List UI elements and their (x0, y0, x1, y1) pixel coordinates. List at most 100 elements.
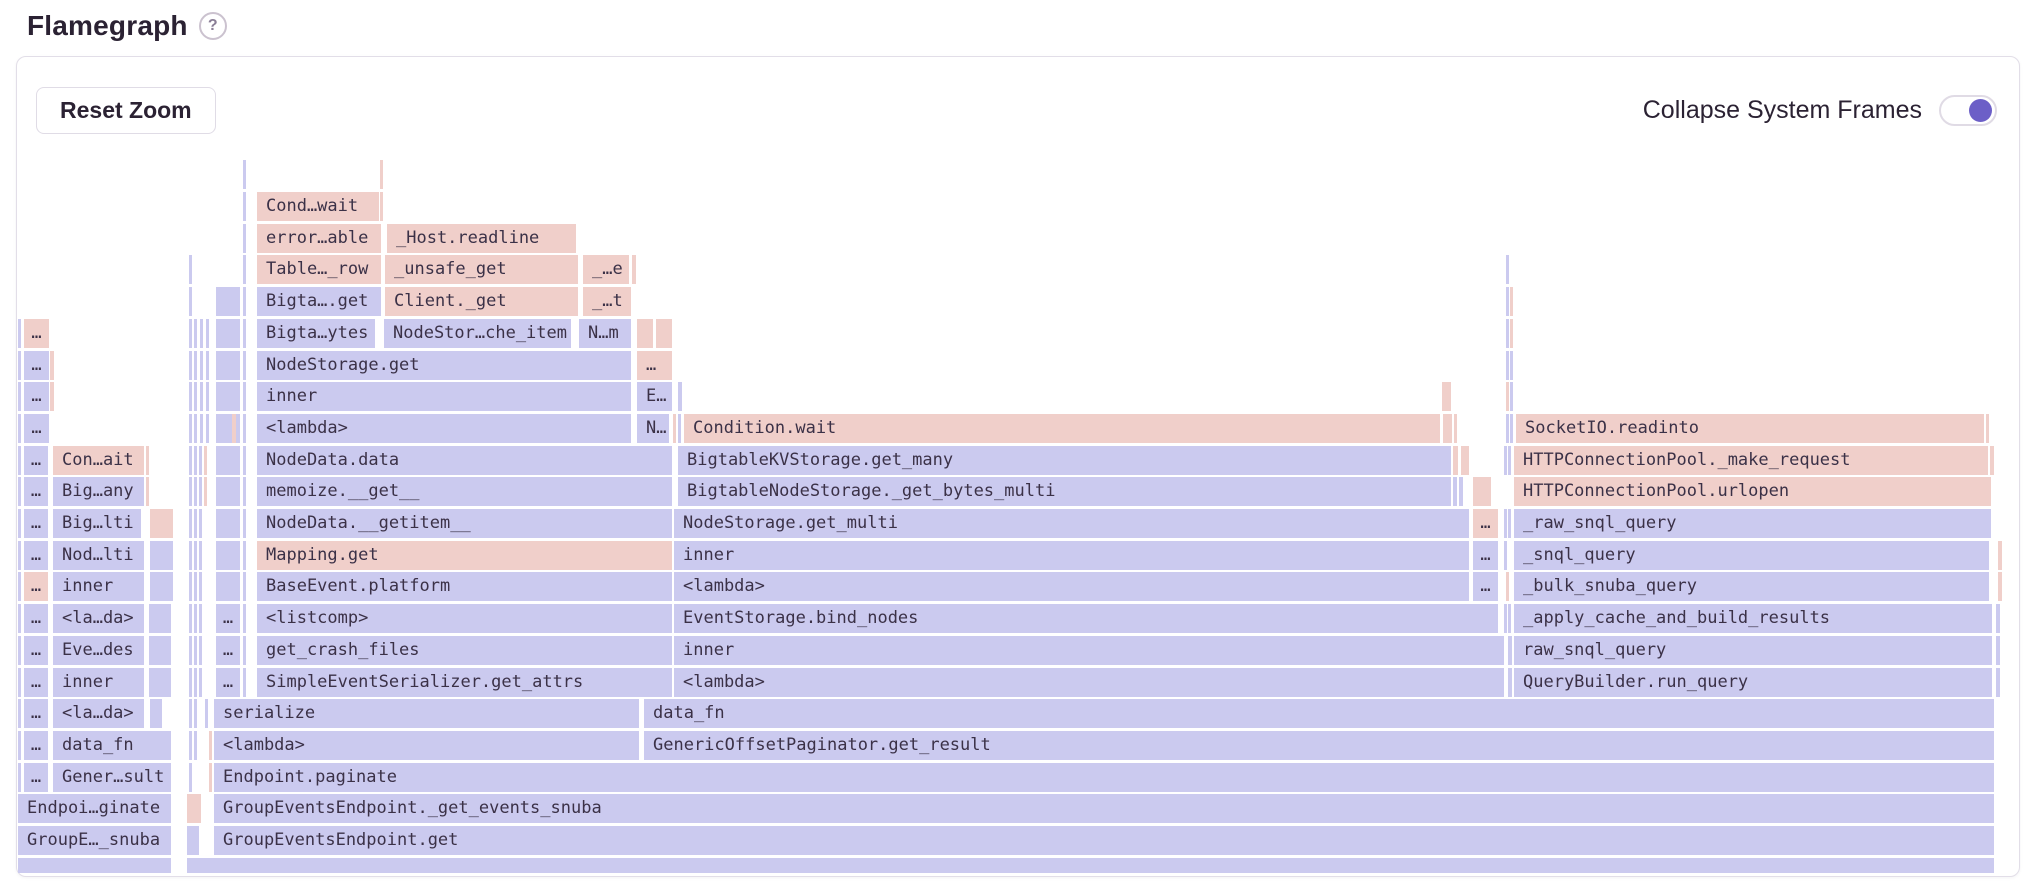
flame-frame-sliver[interactable] (1508, 668, 1512, 697)
flame-frame-sliver[interactable] (189, 414, 192, 443)
flame-frame-sliver[interactable] (637, 319, 653, 348)
flame-frame[interactable]: BaseEvent.platform (257, 572, 672, 601)
flame-frame-sliver[interactable] (216, 351, 240, 380)
flame-frame-sliver[interactable] (1506, 351, 1509, 380)
flame-frame-sliver[interactable] (18, 541, 21, 570)
flame-frame[interactable]: Gener…sult (53, 763, 171, 792)
flame-frame-sliver[interactable] (194, 668, 197, 697)
flame-frame[interactable]: data_fn (644, 699, 1994, 728)
flame-frame-sliver[interactable] (1996, 604, 2000, 633)
flame-frame[interactable]: <lambda> (214, 731, 639, 760)
flame-frame-sliver[interactable] (199, 572, 202, 601)
flame-frame[interactable]: Con…ait (53, 446, 144, 475)
flame-frame-sliver[interactable] (194, 446, 197, 475)
flame-frame[interactable]: … (24, 763, 48, 792)
flame-frame[interactable]: serialize (214, 699, 639, 728)
flame-frame-sliver[interactable] (1508, 604, 1511, 633)
flame-frame-sliver[interactable] (673, 414, 676, 443)
flame-frame-sliver[interactable] (18, 382, 21, 411)
flame-frame[interactable]: _apply_cache_and_build_results (1514, 604, 1992, 633)
flame-frame-sliver[interactable] (18, 604, 21, 633)
flame-frame-sliver[interactable] (243, 668, 246, 697)
flame-frame[interactable]: … (24, 382, 49, 411)
flame-frame-sliver[interactable] (243, 414, 246, 443)
flame-frame[interactable]: data_fn (53, 731, 171, 760)
flame-frame[interactable]: GroupEventsEndpoint._get_events_snuba (214, 794, 1994, 823)
flame-frame-sliver[interactable] (216, 382, 240, 411)
flame-frame-sliver[interactable] (149, 668, 171, 697)
flame-frame[interactable]: inner (674, 541, 1469, 570)
flame-frame-sliver[interactable] (150, 541, 173, 570)
flame-frame-sliver[interactable] (1510, 319, 1513, 348)
flame-frame[interactable]: Endpoi…ginate (18, 794, 171, 823)
flame-frame-sliver[interactable] (243, 351, 246, 380)
flame-frame[interactable]: get_crash_files (257, 636, 672, 665)
flame-frame-sliver[interactable] (1461, 446, 1469, 475)
flame-frame-sliver[interactable] (1510, 287, 1513, 316)
flame-frame-sliver[interactable] (194, 572, 197, 601)
flame-frame[interactable]: HTTPConnectionPool._make_request (1514, 446, 1988, 475)
flame-frame-sliver[interactable] (216, 319, 240, 348)
flame-frame-sliver[interactable] (204, 477, 207, 506)
flame-frame-sliver[interactable] (656, 319, 672, 348)
flame-frame-sliver[interactable] (150, 572, 173, 601)
flame-frame[interactable]: BigtableKVStorage.get_many (678, 446, 1451, 475)
flame-frame[interactable]: … (24, 509, 48, 538)
flame-frame[interactable]: BigtableNodeStorage._get_bytes_multi (678, 477, 1451, 506)
flame-frame-sliver[interactable] (189, 731, 192, 760)
flame-frame-sliver[interactable] (216, 446, 240, 475)
flame-frame[interactable]: inner (674, 636, 1504, 665)
flame-frame-sliver[interactable] (1443, 414, 1452, 443)
flame-frame-sliver[interactable] (209, 731, 212, 760)
flame-frame[interactable]: … (24, 446, 48, 475)
flame-frame-sliver[interactable] (189, 477, 192, 506)
flame-frame-sliver[interactable] (1453, 477, 1457, 506)
flame-frame-sliver[interactable] (50, 382, 54, 411)
flame-frame-sliver[interactable] (232, 414, 236, 443)
flame-frame[interactable]: SimpleEventSerializer.get_attrs (257, 668, 672, 697)
flame-frame-sliver[interactable] (189, 763, 192, 792)
flame-frame[interactable]: … (216, 636, 240, 665)
flame-frame-sliver[interactable] (18, 319, 21, 348)
flame-frame-sliver[interactable] (194, 414, 197, 443)
flame-frame-sliver[interactable] (18, 414, 21, 443)
flame-frame[interactable]: <la…da> (53, 604, 144, 633)
flame-frame-sliver[interactable] (1504, 446, 1507, 475)
flame-frame[interactable]: N…m (579, 319, 631, 348)
flame-frame-sliver[interactable] (18, 509, 21, 538)
flame-frame-sliver[interactable] (216, 287, 240, 316)
flame-frame-sliver[interactable] (1459, 477, 1463, 506)
flame-frame-sliver[interactable] (243, 319, 246, 348)
flame-frame[interactable]: GroupEventsEndpoint.get (214, 826, 1994, 855)
flame-frame[interactable]: _…e (583, 255, 629, 284)
flame-frame-sliver[interactable] (243, 382, 246, 411)
flame-frame-sliver[interactable] (194, 382, 197, 411)
flame-frame-sliver[interactable] (149, 604, 171, 633)
flame-frame-sliver[interactable] (204, 446, 207, 475)
flame-frame-sliver[interactable] (18, 446, 21, 475)
flame-frame[interactable]: … (1473, 541, 1498, 570)
flame-frame-sliver[interactable] (243, 572, 246, 601)
flame-frame-sliver[interactable] (194, 699, 197, 728)
flame-frame-sliver[interactable] (243, 636, 246, 665)
flame-frame[interactable]: Nod…lti (53, 541, 144, 570)
flame-frame-sliver[interactable] (189, 382, 192, 411)
flame-frame[interactable]: _Host.readline (387, 224, 576, 253)
help-icon[interactable]: ? (199, 12, 227, 40)
flame-frame-sliver[interactable] (1442, 382, 1451, 411)
flame-frame-sliver[interactable] (216, 414, 240, 443)
flame-frame-sliver[interactable] (189, 636, 192, 665)
flame-frame[interactable]: inner (257, 382, 631, 411)
flame-frame-sliver[interactable] (1508, 509, 1511, 538)
flame-frame[interactable]: inner (53, 668, 144, 697)
flame-frame-sliver[interactable] (243, 287, 246, 316)
flame-frame-sliver[interactable] (206, 319, 209, 348)
flame-frame-sliver[interactable] (678, 414, 681, 443)
flame-frame-sliver[interactable] (200, 351, 203, 380)
flame-frame[interactable]: <listcomp> (257, 604, 672, 633)
flame-frame-sliver[interactable] (18, 668, 21, 697)
flame-frame-sliver[interactable] (243, 604, 246, 633)
flame-frame-sliver[interactable] (1510, 382, 1513, 411)
flame-frame[interactable]: Bigta…ytes (257, 319, 375, 348)
flame-frame-sliver[interactable] (189, 699, 192, 728)
